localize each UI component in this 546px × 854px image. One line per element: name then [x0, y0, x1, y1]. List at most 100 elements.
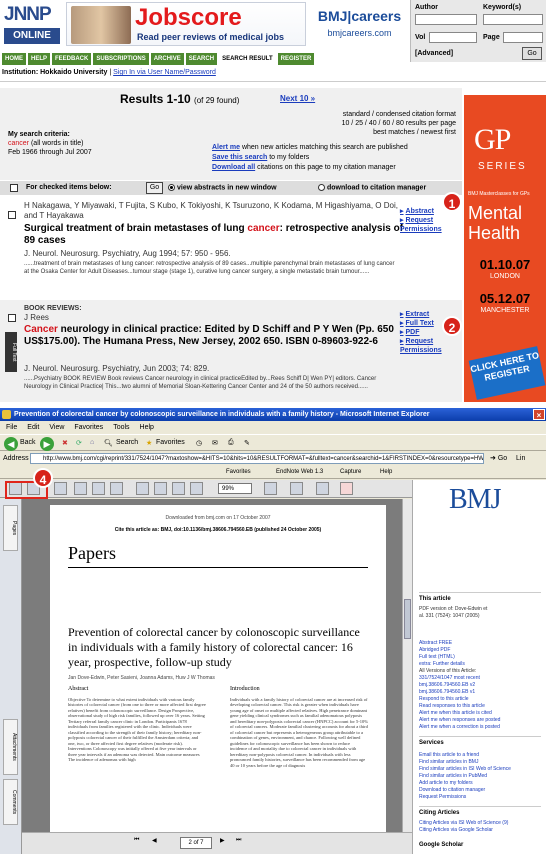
- favorites-star-icon[interactable]: ★: [146, 439, 152, 447]
- menu-file[interactable]: File: [6, 422, 17, 433]
- nav-subscriptions[interactable]: SUBSCRIPTIONS: [93, 53, 149, 65]
- pages-tab[interactable]: Pages: [3, 505, 18, 551]
- similar-pubmed-link[interactable]: Find similar articles in PubMed: [419, 773, 543, 780]
- alert-me-link[interactable]: Alert me: [212, 144, 240, 151]
- request-permissions-link[interactable]: Request Permissions: [400, 337, 444, 355]
- search-icon[interactable]: 🔍︎: [104, 439, 113, 447]
- download-cm-radio[interactable]: [318, 184, 325, 191]
- next-10-link[interactable]: Next 10 »: [280, 94, 315, 103]
- capture-link[interactable]: Capture: [340, 466, 361, 479]
- nav-register[interactable]: REGISTER: [277, 53, 315, 65]
- menu-help[interactable]: Help: [140, 422, 154, 433]
- history-icon[interactable]: ◷: [196, 439, 202, 447]
- view-abstracts-radio[interactable]: [168, 184, 175, 191]
- endnote-link[interactable]: EndNote Web 1.3: [276, 466, 323, 479]
- links-label[interactable]: Lin: [516, 452, 525, 465]
- snapshot-icon[interactable]: [110, 482, 123, 495]
- forward-arrow-icon[interactable]: ▶: [40, 437, 54, 451]
- go-button[interactable]: ➜ Go: [490, 452, 507, 465]
- find-icon[interactable]: [54, 482, 67, 495]
- abridged-pdf-link[interactable]: Abridged PDF: [419, 647, 543, 654]
- bmj-careers-ad[interactable]: BMJ|careers bmjcareers.com: [312, 2, 407, 46]
- next-page-icon[interactable]: ▶: [220, 837, 225, 844]
- similar-bmj-link[interactable]: Find similar articles in BMJ: [419, 759, 543, 766]
- nav-archive[interactable]: ARCHIVE: [150, 53, 184, 65]
- comment-icon[interactable]: [316, 482, 329, 495]
- last-page-icon[interactable]: ⏭: [236, 837, 241, 844]
- checked-go-button[interactable]: Go: [146, 182, 163, 194]
- pdf-document-view[interactable]: Downloaded from bmj.com on 17 October 20…: [22, 499, 402, 832]
- first-page-icon[interactable]: ⏮: [134, 837, 139, 844]
- jobscore-ad-banner[interactable]: Jobscore Read peer reviews of medical jo…: [66, 2, 306, 46]
- prev-page-icon[interactable]: ◀: [152, 837, 157, 844]
- page-number-field[interactable]: 2 of 7: [180, 837, 212, 849]
- jnnp-online-logo[interactable]: JNNP ONLINE: [2, 2, 62, 46]
- menu-favorites[interactable]: Favorites: [74, 422, 103, 433]
- zoom-level[interactable]: 99%: [218, 483, 252, 494]
- citation-format-toggle[interactable]: standard / condensed citation format: [216, 110, 456, 119]
- favorites-link[interactable]: Favorites: [226, 466, 251, 479]
- comments-tab[interactable]: Comments: [3, 779, 18, 825]
- request-permissions-link[interactable]: Request Permissions: [419, 794, 543, 801]
- article-title[interactable]: Surgical treatment of brain metastases o…: [24, 223, 404, 247]
- back-label[interactable]: Back: [20, 439, 36, 446]
- further-details-link[interactable]: extra: Further details: [419, 661, 543, 668]
- sort-order-toggle[interactable]: best matches / newest first: [216, 128, 456, 137]
- stop-icon[interactable]: ✖: [62, 439, 68, 447]
- read-responses-link[interactable]: Read responses to this article: [419, 703, 543, 710]
- search-go-button[interactable]: Go: [522, 47, 542, 60]
- version-link[interactable]: bmj.38606.794560.EB v1: [419, 689, 543, 696]
- menu-tools[interactable]: Tools: [113, 422, 129, 433]
- version-link[interactable]: bmj.38606.794560.EB v2: [419, 682, 543, 689]
- attachments-tab[interactable]: Attachments: [3, 719, 18, 775]
- page-input[interactable]: [503, 32, 543, 43]
- pdf-link[interactable]: PDF: [400, 328, 444, 337]
- refresh-icon[interactable]: ⟳: [76, 439, 82, 447]
- view-abstracts-option[interactable]: view abstracts in new window: [168, 184, 277, 191]
- citing-google-link[interactable]: Citing Articles via Google Scholar: [419, 827, 543, 834]
- save-search-link[interactable]: Save this search: [212, 154, 267, 161]
- fit-page-icon[interactable]: [172, 482, 185, 495]
- zoom-in-icon[interactable]: [136, 482, 149, 495]
- scroll-thumb[interactable]: [404, 599, 411, 639]
- author-input[interactable]: [415, 14, 477, 25]
- result-checkbox[interactable]: [8, 211, 16, 219]
- edit-icon[interactable]: ✎: [244, 439, 250, 447]
- help-link[interactable]: Help: [380, 466, 392, 479]
- keywords-input[interactable]: [483, 14, 543, 25]
- download-citation-link[interactable]: Download to citation manager: [419, 787, 543, 794]
- download-all-link[interactable]: Download all: [212, 164, 255, 171]
- favorites-label[interactable]: Favorites: [156, 439, 185, 446]
- vertical-scrollbar[interactable]: [402, 499, 412, 832]
- download-cm-option[interactable]: download to citation manager: [318, 184, 426, 191]
- add-to-folders-link[interactable]: Add article to my folders: [419, 780, 543, 787]
- abstract-link[interactable]: Abstract FREE: [419, 640, 543, 647]
- menu-view[interactable]: View: [49, 422, 64, 433]
- fit-width-icon[interactable]: [190, 482, 203, 495]
- citing-isi-link[interactable]: Citing Articles via ISI Web of Science (…: [419, 820, 543, 827]
- respond-link[interactable]: Respond to this article: [419, 696, 543, 703]
- similar-isi-link[interactable]: Find similar articles in ISI Web of Scie…: [419, 766, 543, 773]
- gp-series-ad[interactable]: GP SERIES BMJ Masterclasses for GPs Ment…: [464, 95, 546, 402]
- signin-link[interactable]: Sign In via User Name/Password: [113, 69, 216, 76]
- alert-cited-link[interactable]: Alert me when this article is cited: [419, 710, 543, 717]
- hand-tool-icon[interactable]: [74, 482, 87, 495]
- results-per-page-options[interactable]: 10 / 25 / 40 / 60 / 80 results per page: [216, 119, 456, 128]
- abstract-link[interactable]: Abstract: [400, 207, 444, 216]
- rotate-icon[interactable]: [264, 482, 277, 495]
- request-permissions-link[interactable]: Request Permissions: [400, 216, 444, 234]
- result-checkbox[interactable]: [8, 314, 16, 322]
- search-label[interactable]: Search: [116, 439, 138, 446]
- print-icon[interactable]: ⎙: [228, 439, 234, 447]
- menu-edit[interactable]: Edit: [27, 422, 39, 433]
- acrobat-icon[interactable]: [340, 482, 353, 495]
- nav-help[interactable]: HELP: [28, 53, 51, 65]
- vol-input[interactable]: [429, 32, 477, 43]
- select-tool-icon[interactable]: [92, 482, 105, 495]
- nav-feedback[interactable]: FEEDBACK: [52, 53, 92, 65]
- home-icon[interactable]: ⌂: [90, 439, 94, 446]
- back-arrow-icon[interactable]: ◀: [4, 437, 18, 451]
- nav-search[interactable]: SEARCH: [185, 53, 218, 65]
- alert-correction-link[interactable]: Alert me when a correction is posted: [419, 724, 543, 731]
- version-link[interactable]: 331/7524/1047 most recent: [419, 675, 543, 682]
